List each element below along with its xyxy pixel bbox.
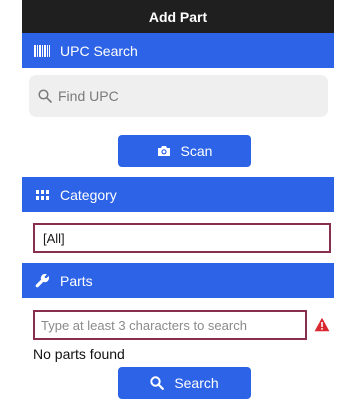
window-title: Add Part (148, 8, 208, 25)
scan-button[interactable]: Scan (118, 135, 251, 167)
upc-search-input[interactable]: Find UPC (29, 75, 328, 117)
search-icon (38, 89, 52, 103)
grid-icon (34, 187, 50, 203)
parts-search-placeholder: Type at least 3 characters to search (41, 317, 247, 333)
category-select-value: [All] (43, 230, 65, 246)
search-button[interactable]: Search (118, 367, 251, 399)
parts-section-header: Parts (22, 263, 334, 298)
warning-icon (314, 317, 330, 332)
upc-search-placeholder: Find UPC (58, 88, 119, 104)
camera-icon (157, 144, 171, 158)
category-select[interactable]: [All] (33, 223, 331, 253)
search-icon (150, 376, 165, 390)
status-text: No parts found (33, 346, 125, 362)
add-part-window: Add Part UPC Search Find UPC Scan Catego… (22, 0, 334, 404)
parts-search-input[interactable]: Type at least 3 characters to search (33, 310, 307, 340)
title-bar: Add Part (22, 0, 334, 33)
category-section-label: Category (60, 186, 117, 203)
wrench-icon (34, 273, 50, 289)
scan-button-label: Scan (180, 143, 213, 159)
barcode-icon (34, 43, 50, 59)
category-section-header: Category (22, 177, 334, 212)
upc-section-header: UPC Search (22, 33, 334, 68)
search-button-label: Search (174, 375, 219, 391)
upc-section-label: UPC Search (60, 42, 138, 59)
parts-section-label: Parts (60, 272, 93, 289)
